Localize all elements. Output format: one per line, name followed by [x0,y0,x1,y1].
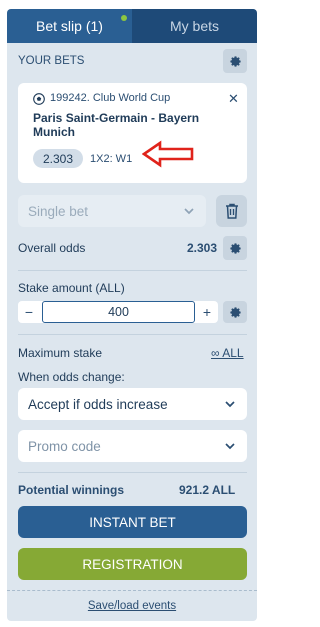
instant-bet-button[interactable]: INSTANT BET [18,506,247,538]
bet-outcome: 1X2: W1 [90,153,133,165]
chevron-down-icon [225,443,235,450]
overall-odds-label: Overall odds [18,241,86,255]
tab-my-bets-label: My bets [169,18,219,34]
bet-odds-badge: 2.303 [33,149,83,168]
delete-bets-button[interactable] [216,195,247,227]
red-arrow-icon [142,140,194,168]
bet-slip-panel: Bet slip (1) My bets YOUR BETS 199242. C… [7,9,257,621]
odds-change-select[interactable]: Accept if odds increase [18,388,247,420]
bet-card: 199242. Club World Cup ✕ Paris Saint-Ger… [18,83,247,183]
promo-code-placeholder: Promo code [28,438,101,454]
chevron-down-icon [184,208,194,215]
registration-button[interactable]: REGISTRATION [18,548,247,580]
league-name: 199242. Club World Cup [50,92,171,104]
tab-bet-slip-label: Bet slip (1) [36,18,103,34]
bet-settings-button[interactable] [223,49,247,73]
save-load-row: Save/load events [7,600,257,612]
match-name: Paris Saint-Germain - Bayern Munich [33,111,200,139]
bet-type-select[interactable]: Single bet [18,195,206,227]
bet-type-value: Single bet [28,203,89,219]
gear-icon [229,306,241,318]
tab-bar: Bet slip (1) My bets [7,9,257,43]
stake-settings-button[interactable] [223,301,247,323]
divider [18,334,247,335]
close-icon[interactable]: ✕ [228,91,239,107]
divider [7,590,257,591]
stake-increase-button[interactable]: + [196,301,218,323]
football-icon [33,93,45,105]
stake-stepper: − + [18,301,218,323]
maximum-stake-label: Maximum stake [18,346,103,360]
maximum-stake-link[interactable]: ∞ ALL [211,346,244,360]
your-bets-heading: YOUR BETS [18,55,85,67]
tab-bet-slip[interactable]: Bet slip (1) [7,9,132,43]
divider [18,472,247,473]
stake-label: Stake amount (ALL) [18,281,125,295]
notification-dot [121,15,127,21]
gear-icon [229,55,241,67]
tab-my-bets[interactable]: My bets [132,9,257,43]
trash-icon [225,203,238,219]
stake-input[interactable] [42,301,195,323]
odds-change-value: Accept if odds increase [28,396,168,412]
promo-code-select[interactable]: Promo code [18,430,247,462]
potential-winnings-value: 921.2 ALL [179,483,236,497]
stake-decrease-button[interactable]: − [18,301,40,323]
save-load-events-link[interactable]: Save/load events [88,600,176,612]
odds-settings-button[interactable] [223,236,247,260]
overall-odds-value: 2.303 [187,241,218,255]
potential-winnings-label: Potential winnings [18,483,125,497]
chevron-down-icon [225,401,235,408]
gear-icon [229,242,241,254]
divider [18,270,247,271]
odds-change-label: When odds change: [18,370,125,384]
